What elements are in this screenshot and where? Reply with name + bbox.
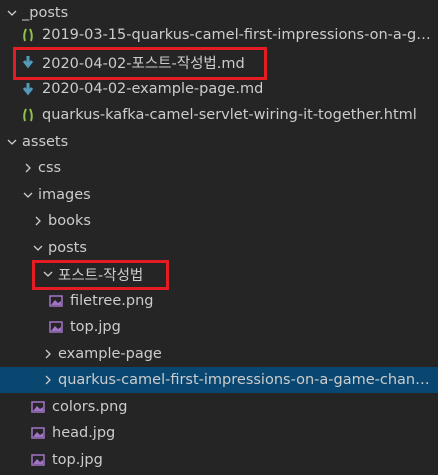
tree-item-file[interactable]: 2019-03-15-quarkus-camel-first-impressio… [0,22,438,48]
chevron-down-icon [4,5,20,21]
tree-item-file[interactable]: 2020-04-02-example-page.md [0,76,438,102]
jekyll-icon [20,27,36,43]
tree-item-label: _posts [22,5,69,22]
tree-item-label: 2019-03-15-quarkus-camel-first-impressio… [42,27,438,44]
chevron-right-icon [40,372,56,388]
tree-item-posts-images-folder[interactable]: posts [0,235,438,261]
tree-item-label: top.jpg [52,452,103,469]
tree-item-file[interactable]: 2020-04-02-포스트-작성법.md [0,49,438,75]
markdown-icon [20,81,36,97]
tree-item-file[interactable]: top.jpg [0,447,438,473]
tree-item-assets-folder[interactable]: assets [0,129,438,155]
tree-item-file[interactable]: colors.png [0,394,438,420]
tree-item-label: css [38,160,62,177]
image-icon [48,319,64,335]
tree-item-label: head.jpg [52,425,116,442]
image-icon [30,399,46,415]
tree-item-file[interactable]: head.jpg [0,420,438,446]
tree-item-korean-folder[interactable]: 포스트-작성법 [0,261,438,287]
tree-item-file[interactable]: quarkus-kafka-camel-servlet-wiring-it-to… [0,102,438,128]
tree-item-label: example-page [58,346,162,363]
tree-item-books-folder[interactable]: books [0,208,438,234]
chevron-down-icon [30,240,46,256]
tree-item-label: colors.png [52,399,128,416]
markdown-icon [20,54,36,70]
image-icon [30,425,46,441]
chevron-down-icon [4,134,20,150]
tree-item-label: 포스트-작성법 [58,267,144,284]
tree-item-label: 2020-04-02-포스트-작성법.md [42,55,245,72]
tree-item-label: assets [22,134,69,151]
tree-item-file[interactable]: filetree.png [0,288,438,314]
tree-item-label: filetree.png [70,293,154,310]
tree-item-example-page-folder[interactable]: example-page [0,341,438,367]
jekyll-icon [20,107,36,123]
tree-item-label: top.jpg [70,319,121,336]
tree-item-label: quarkus-kafka-camel-servlet-wiring-it-to… [42,107,417,124]
tree-item-label: posts [48,240,87,257]
tree-item-label: quarkus-camel-first-impressions-on-a-gam… [58,372,438,389]
tree-item-label: 2020-04-02-example-page.md [42,81,264,98]
chevron-right-icon [30,213,46,229]
tree-item-css-folder[interactable]: css [0,155,438,181]
image-icon [48,293,64,309]
chevron-right-icon [40,346,56,362]
file-explorer-tree: _posts 2019-03-15-quarkus-camel-first-im… [0,0,438,475]
image-icon [30,452,46,468]
chevron-down-icon [20,187,36,203]
tree-item-images-folder[interactable]: images [0,182,438,208]
tree-item-label: images [38,187,91,204]
chevron-down-icon [40,266,56,282]
tree-item-file[interactable]: top.jpg [0,314,438,340]
tree-item-label: books [48,213,91,230]
chevron-right-icon [20,160,36,176]
tree-item-quarkus-folder-selected[interactable]: quarkus-camel-first-impressions-on-a-gam… [0,367,438,394]
